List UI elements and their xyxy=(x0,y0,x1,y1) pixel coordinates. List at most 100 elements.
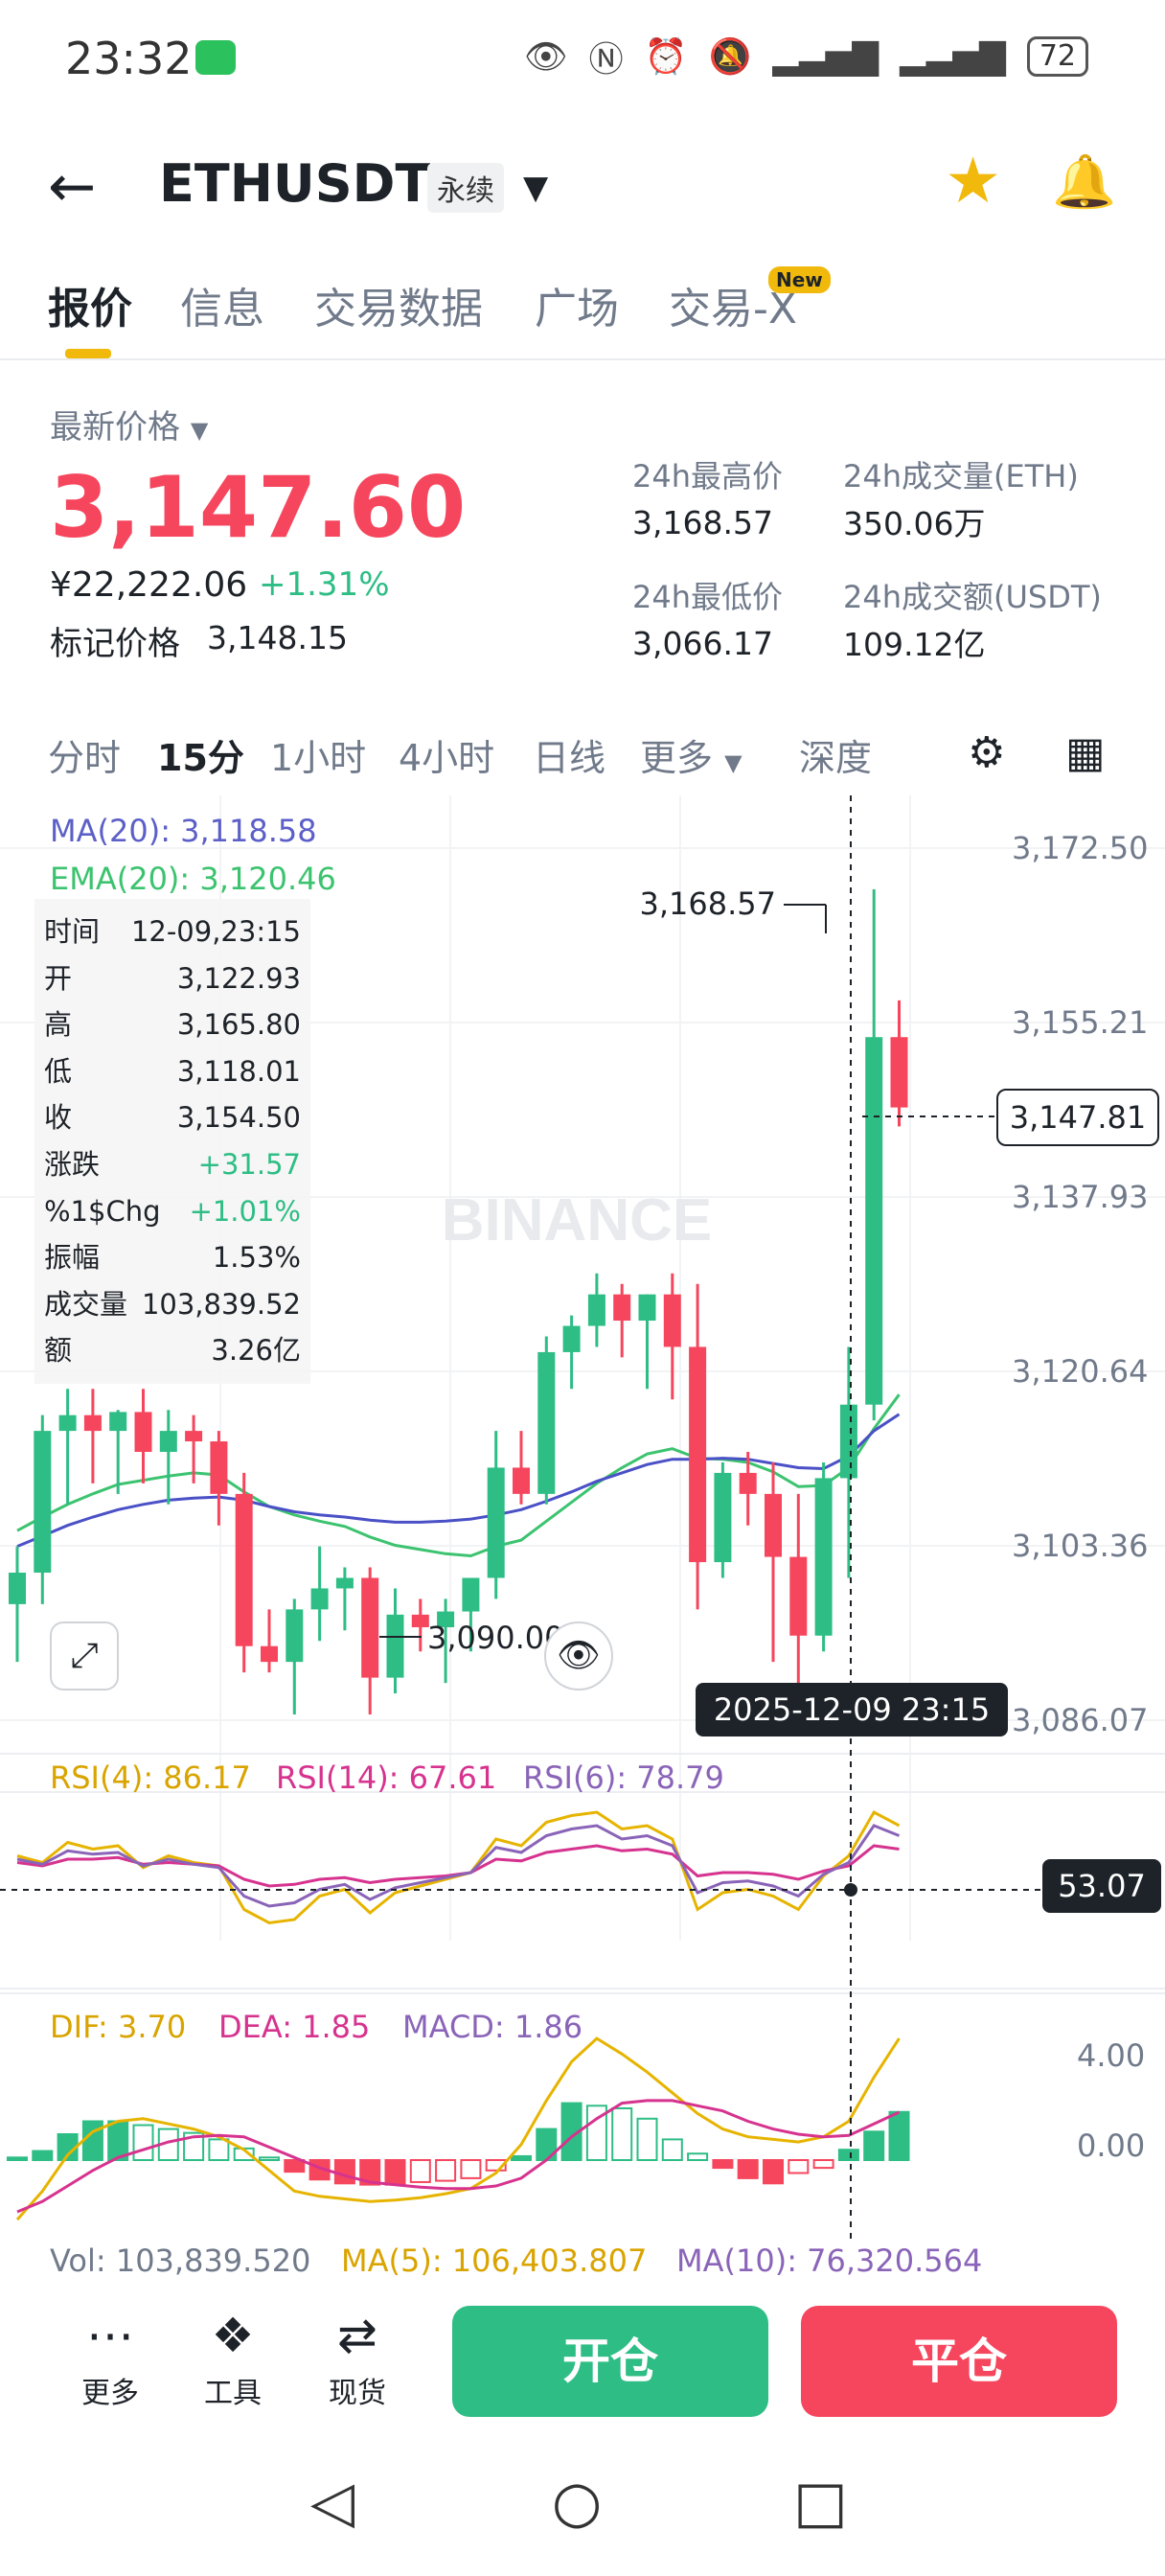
rsi-panel xyxy=(16,1809,901,1925)
macd-histogram-bar xyxy=(812,2159,834,2170)
macd-histogram-bar xyxy=(333,2159,355,2185)
amount-24h-value: 109.12亿 xyxy=(843,626,986,663)
crosshair-time-tag: 2025-12-09 23:15 xyxy=(696,1683,1008,1736)
macd-histogram-bar xyxy=(208,2138,230,2162)
tooltip-row: %1$Chg +1.01% xyxy=(44,1194,301,1228)
nav-back-icon[interactable]: ◁ xyxy=(310,2469,354,2536)
price-type-dropdown-icon: ▼ xyxy=(190,417,209,444)
candle-body xyxy=(814,1478,833,1636)
macd-histogram-bar xyxy=(737,2159,759,2179)
macd-histogram-bar xyxy=(837,2149,859,2161)
grid-layout-icon[interactable]: ▦ xyxy=(1065,728,1106,777)
crosshair-dot xyxy=(844,1883,857,1897)
rsi14-legend: RSI(14): 67.61 xyxy=(276,1760,497,1796)
candle-body xyxy=(537,1351,556,1494)
macd-axis-label: 4.00 xyxy=(1077,2037,1146,2074)
interval-tab-depth[interactable]: 深度 xyxy=(799,728,872,781)
ma20-legend: MA(20): 3,118.58 xyxy=(50,813,317,849)
favorite-star-icon[interactable]: ★ xyxy=(945,144,1001,218)
tools-button[interactable]: ❖ 工具 xyxy=(190,2308,276,2411)
eye-visibility-icon[interactable]: 👁 xyxy=(544,1622,613,1690)
macd-legend: MACD: 1.86 xyxy=(402,2009,583,2045)
interval-tab-timeshare[interactable]: 分时 xyxy=(48,728,121,781)
vol-24h-label: 24h成交量(ETH) xyxy=(843,458,1079,494)
perpetual-badge: 永续 xyxy=(427,163,504,213)
last-price: 3,147.60 xyxy=(50,458,467,557)
tooltip-row: 高 3,165.80 xyxy=(44,1008,301,1042)
spot-swap-icon: ⇄ xyxy=(337,2308,377,2363)
candle-body xyxy=(134,1412,152,1453)
price-markers: 3,168.57 3,090.00 xyxy=(379,886,827,1656)
signal-icon-2: ▂▃▅▇ xyxy=(900,36,1006,77)
macd-histogram-bar xyxy=(687,2152,709,2161)
price-change: +1.31% xyxy=(259,565,390,604)
fullscreen-expand-icon[interactable]: ⤢ xyxy=(50,1622,119,1690)
low-24h-label: 24h最低价 xyxy=(632,579,784,615)
macd-histogram-bar xyxy=(132,2124,154,2162)
interval-tab-15m[interactable]: 15分 xyxy=(157,728,244,781)
interval-tab-4h[interactable]: 4小时 xyxy=(399,728,494,781)
candle-body xyxy=(335,1577,354,1589)
macd-histogram-bar xyxy=(7,2156,28,2162)
candle-body xyxy=(386,1614,404,1678)
candle-body xyxy=(663,1294,681,1347)
candle-body xyxy=(587,1294,605,1326)
tooltip-row: 涨跌 +31.57 xyxy=(44,1147,301,1181)
spot-button[interactable]: ⇄ 现货 xyxy=(314,2308,400,2411)
chart-interval-tabs: 分时 15分 1小时 4小时 日线 更多 ▼ 深度 ⚙ ▦ xyxy=(0,721,1165,788)
more-dropdown-icon: ▼ xyxy=(724,749,742,776)
macd-histogram-bar xyxy=(888,2110,910,2162)
macd-panel xyxy=(7,2036,910,2221)
back-arrow-icon[interactable]: ← xyxy=(48,153,96,220)
candle-body xyxy=(235,1493,253,1646)
candle-body xyxy=(462,1577,480,1612)
candle-body xyxy=(58,1414,77,1432)
tab-trading-data[interactable]: 交易数据 xyxy=(314,274,483,335)
dif-legend: DIF: 3.70 xyxy=(50,2009,187,2045)
y-axis-label: 3,155.21 xyxy=(1012,1004,1149,1041)
latest-price-label[interactable]: 最新价格 ▼ xyxy=(50,401,208,448)
macd-histogram-bar xyxy=(511,2154,532,2161)
close-position-button[interactable]: 平仓 xyxy=(801,2306,1117,2417)
nav-home-icon[interactable]: ○ xyxy=(552,2469,602,2536)
open-position-button[interactable]: 开仓 xyxy=(452,2306,768,2417)
active-tab-indicator xyxy=(65,349,111,358)
mark-price-value: 3,148.15 xyxy=(207,619,348,656)
macd-histogram-bar xyxy=(712,2159,734,2170)
rsi4-legend: RSI(4): 86.17 xyxy=(50,1760,251,1796)
new-badge: New xyxy=(768,266,831,293)
macd-histogram-bar xyxy=(81,2120,103,2161)
interval-tab-1h[interactable]: 1小时 xyxy=(270,728,366,781)
cny-price: ¥22,222.06 xyxy=(50,565,248,605)
candle-body xyxy=(310,1588,329,1610)
macd-histogram-bar xyxy=(661,2138,683,2162)
macd-histogram-bar xyxy=(284,2159,306,2174)
high-24h-value: 3,168.57 xyxy=(632,504,773,541)
candle-body xyxy=(638,1294,656,1322)
volume-legend: Vol: 103,839.520 xyxy=(50,2242,311,2279)
macd-histogram-bar xyxy=(863,2130,885,2162)
symbol-title[interactable]: ETHUSDT xyxy=(159,153,430,214)
candle-body xyxy=(789,1556,808,1636)
interval-tab-more[interactable]: 更多 ▼ xyxy=(640,728,742,781)
interval-tab-daily[interactable]: 日线 xyxy=(533,728,605,781)
tab-info[interactable]: 信息 xyxy=(180,274,264,335)
candle-body xyxy=(689,1346,707,1563)
rsi-crosshair-tag: 53.07 xyxy=(1042,1859,1161,1913)
signal-icon: ▂▃▅▇ xyxy=(772,36,879,77)
y-axis-label: 3,103.36 xyxy=(1012,1528,1149,1564)
candle-body xyxy=(714,1472,732,1563)
tooltip-row: 开 3,122.93 xyxy=(44,961,301,995)
symbol-dropdown-icon[interactable]: ▼ xyxy=(523,169,548,207)
tooltip-row: 收 3,154.50 xyxy=(44,1101,301,1135)
chart-settings-icon[interactable]: ⚙ xyxy=(968,728,1005,777)
nav-recents-icon[interactable]: □ xyxy=(793,2469,848,2536)
bell-icon[interactable]: 🔔 xyxy=(1052,151,1116,213)
candle-body xyxy=(839,1404,857,1479)
macd-histogram-bar xyxy=(611,2107,633,2161)
tab-quote[interactable]: 报价 xyxy=(48,274,132,335)
y-axis-label: 3,137.93 xyxy=(1012,1179,1149,1215)
tab-square[interactable]: 广场 xyxy=(535,274,619,335)
rsi6-legend: RSI(6): 78.79 xyxy=(523,1760,724,1796)
more-button[interactable]: ⋯ 更多 xyxy=(67,2308,153,2411)
